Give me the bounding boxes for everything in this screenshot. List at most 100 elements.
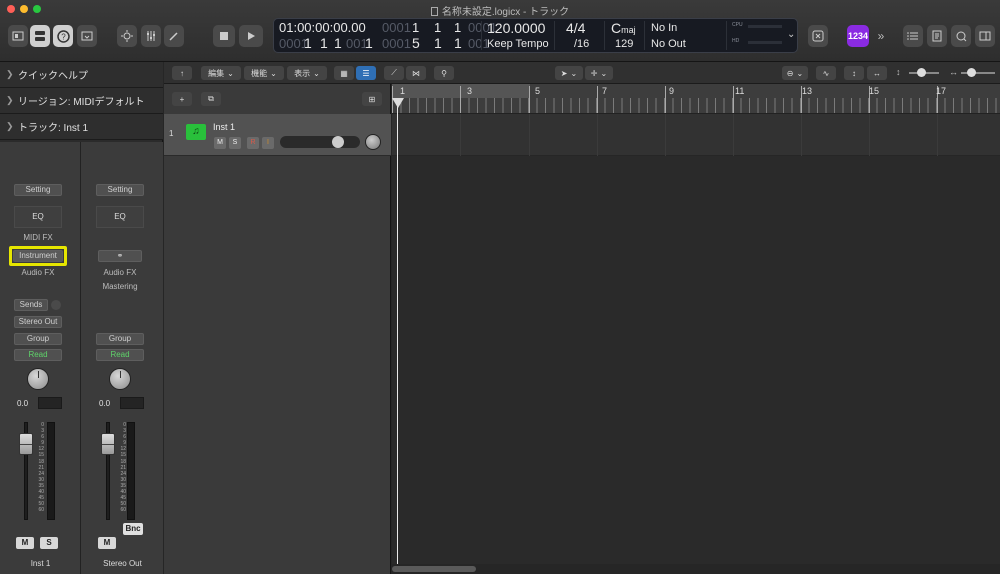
- level-scale: 0 3 6 9 12 15 18 21 24 30 35 40 45 50 60: [120, 422, 126, 514]
- secondary-tool-menu[interactable]: ✛ ⌄: [585, 66, 613, 80]
- setting-button[interactable]: Setting: [96, 184, 144, 196]
- smart-controls-button[interactable]: [117, 25, 137, 47]
- pointer-tool-menu[interactable]: ➤ ⌄: [555, 66, 583, 80]
- loop-browser-button[interactable]: [951, 25, 971, 47]
- catch-button[interactable]: ⚲: [434, 66, 454, 80]
- parent-region-button[interactable]: ↑: [172, 66, 192, 80]
- setting-button[interactable]: Setting: [14, 184, 62, 196]
- record-enable-button[interactable]: R: [247, 137, 259, 149]
- global-tracks-button[interactable]: ⊞: [362, 92, 382, 106]
- volume-value[interactable]: 0.0: [17, 398, 28, 410]
- track-volume-thumb[interactable]: [332, 136, 344, 148]
- replace-button[interactable]: [808, 25, 828, 47]
- edit-menu[interactable]: 編集 ⌄: [201, 66, 241, 80]
- volume-fader[interactable]: [101, 433, 115, 455]
- link-button[interactable]: ⚭: [98, 250, 142, 262]
- functions-menu[interactable]: 機能 ⌄: [244, 66, 284, 80]
- notepad-button[interactable]: [927, 25, 947, 47]
- mastering-slot[interactable]: Mastering: [96, 282, 144, 291]
- tracks-area[interactable]: [392, 114, 1000, 564]
- lcd-tempo[interactable]: 120.0000: [487, 20, 545, 36]
- add-track-button[interactable]: +: [172, 92, 192, 106]
- output-slot[interactable]: Stereo Out: [14, 316, 62, 328]
- track-number: 1: [169, 129, 174, 138]
- sends-knob[interactable]: [51, 300, 61, 310]
- track-pan-knob[interactable]: [365, 134, 381, 150]
- inspector-quick-help-row[interactable]: ❯ クイックヘルプ: [0, 62, 163, 88]
- horizontal-zoom-fit-button[interactable]: ↔: [867, 66, 887, 80]
- eq-display[interactable]: EQ: [96, 206, 144, 228]
- track-name[interactable]: Inst 1: [213, 122, 235, 132]
- lcd-chevron-down-icon[interactable]: ⌄: [787, 29, 795, 40]
- snap-menu[interactable]: ⊖ ⌄: [782, 66, 808, 80]
- timeline-ruler[interactable]: 1 3 5 7 9 11 13 15 17: [392, 84, 1000, 114]
- library-button[interactable]: [8, 25, 28, 47]
- automation-mode[interactable]: Read: [96, 349, 144, 361]
- pan-knob[interactable]: [27, 368, 49, 390]
- inspector-region-row[interactable]: ❯ リージョン: MIDIデフォルト: [0, 88, 163, 114]
- track-lane[interactable]: [392, 114, 1000, 156]
- lcd-division[interactable]: /16: [574, 38, 589, 50]
- eq-display[interactable]: EQ: [14, 206, 62, 228]
- inspector-track-row[interactable]: ❯ トラック: Inst 1: [0, 114, 163, 140]
- mute-button[interactable]: M: [98, 537, 116, 549]
- waveform-zoom-button[interactable]: ∿: [816, 66, 836, 80]
- channel-name[interactable]: Inst 1: [0, 559, 81, 568]
- toolbar-button[interactable]: [77, 25, 97, 47]
- count-in-button[interactable]: 1234: [847, 25, 869, 47]
- playhead[interactable]: [397, 98, 398, 564]
- view-menu[interactable]: 表示 ⌄: [287, 66, 327, 80]
- group-slot[interactable]: Group: [14, 333, 62, 345]
- vertical-zoom-fit-button[interactable]: ↕: [844, 66, 864, 80]
- flex-button[interactable]: ⋈: [406, 66, 426, 80]
- audio-fx-label[interactable]: Audio FX: [14, 268, 62, 277]
- list-view-button[interactable]: ☰: [356, 66, 376, 80]
- balance-knob[interactable]: [109, 368, 131, 390]
- play-button[interactable]: [239, 25, 263, 47]
- level-meter: [47, 422, 55, 520]
- automation-mode[interactable]: Read: [14, 349, 62, 361]
- lcd-tempo-mode[interactable]: Keep Tempo: [487, 38, 549, 50]
- cycle-area[interactable]: [392, 84, 530, 98]
- track-row[interactable]: 1 ♫ Inst 1 M S R I: [164, 114, 391, 156]
- mute-button[interactable]: M: [16, 537, 34, 549]
- channel-strips: Setting EQ MIDI FX Instrument Audio FX S…: [0, 142, 163, 574]
- list-editors-button[interactable]: [903, 25, 923, 47]
- editors-button[interactable]: [164, 25, 184, 47]
- lcd-time-signature[interactable]: 4/4: [566, 20, 585, 36]
- browser-button[interactable]: [975, 25, 995, 47]
- stop-button[interactable]: [213, 25, 235, 47]
- bar-gridline: [460, 114, 461, 156]
- horizontal-scrollbar[interactable]: [392, 564, 1000, 574]
- volume-value[interactable]: 0.0: [99, 398, 110, 410]
- arrow-up-icon: ↑: [180, 68, 184, 78]
- duplicate-track-button[interactable]: ⧉: [201, 92, 221, 106]
- chevron-right-icon: ❯: [6, 121, 14, 131]
- solo-button[interactable]: S: [40, 537, 58, 549]
- quick-help-button[interactable]: ?: [53, 25, 73, 47]
- track-mute-button[interactable]: M: [214, 137, 226, 149]
- scrollbar-thumb[interactable]: [392, 566, 476, 572]
- lcd-separator: [644, 21, 645, 50]
- horizontal-zoom-thumb[interactable]: [967, 68, 976, 77]
- list-icon: [907, 32, 918, 40]
- automation-button[interactable]: ⟋: [384, 66, 404, 80]
- track-volume-slider[interactable]: [280, 136, 360, 148]
- group-slot[interactable]: Group: [96, 333, 144, 345]
- sends-slot[interactable]: Sends: [14, 299, 48, 311]
- lcd-display[interactable]: 01:00:00:00.00 0001 1 1 1 0001 0001 1 1 …: [273, 18, 798, 53]
- inspector-button[interactable]: [30, 25, 50, 47]
- lcd-key[interactable]: Cmaj: [611, 20, 636, 36]
- more-button[interactable]: »: [872, 25, 890, 47]
- track-solo-button[interactable]: S: [229, 137, 241, 149]
- mixer-button[interactable]: [141, 25, 161, 47]
- vertical-zoom-thumb[interactable]: [917, 68, 926, 77]
- grid-view-button[interactable]: ▦: [334, 66, 354, 80]
- input-monitoring-button[interactable]: I: [262, 137, 274, 149]
- volume-fader[interactable]: [19, 433, 33, 455]
- midi-fx-label[interactable]: MIDI FX: [14, 233, 62, 242]
- audio-fx-label[interactable]: Audio FX: [96, 268, 144, 277]
- bounce-button[interactable]: Bnc: [123, 523, 143, 535]
- channel-name[interactable]: Stereo Out: [82, 559, 163, 568]
- playhead-handle[interactable]: [392, 98, 404, 108]
